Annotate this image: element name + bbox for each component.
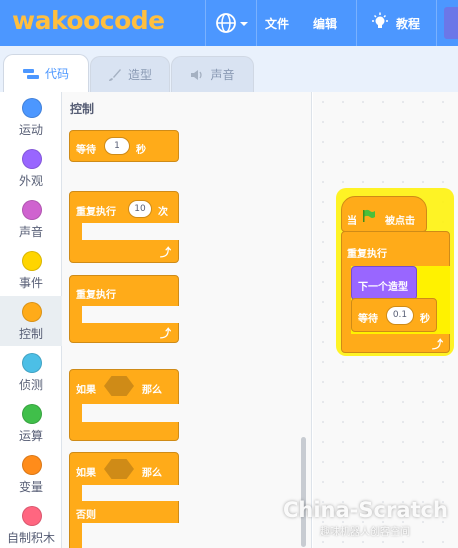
category-variables[interactable]: 变量 — [0, 449, 62, 499]
globe-icon — [216, 13, 236, 33]
my-blocks-color-dot — [22, 506, 42, 526]
watermark-subtext: 趣味机器人创客空间 — [320, 527, 410, 538]
category-label: 声音 — [18, 225, 43, 239]
tab-sounds[interactable]: 声音 — [171, 56, 254, 92]
motion-color-dot — [22, 98, 42, 118]
forever-block[interactable]: 重复执行 ⤴ — [69, 275, 179, 343]
category-control[interactable]: 控制 — [0, 296, 62, 346]
when-flag-clicked-block[interactable]: 当 被点击 — [341, 196, 427, 232]
tab-code-label: 代码 — [44, 67, 69, 81]
repeat-block-suffix: 次 — [158, 207, 168, 218]
tab-code[interactable]: 代码 — [3, 54, 89, 92]
script-wait-suffix: 秒 — [420, 314, 430, 325]
next-costume-block[interactable]: 下一个造型 — [351, 266, 417, 300]
condition-slot[interactable] — [104, 459, 134, 479]
tab-costumes[interactable]: 造型 — [90, 56, 170, 92]
green-flag-icon — [363, 209, 375, 222]
if-label: 如果 — [76, 385, 96, 396]
project-title-box[interactable] — [444, 7, 458, 39]
category-motion[interactable]: 运动 — [0, 92, 62, 142]
category-label: 自制积木 — [6, 531, 55, 545]
category-label: 运算 — [18, 429, 43, 443]
forever-block-label: 重复执行 — [76, 290, 116, 301]
sound-color-dot — [22, 200, 42, 220]
condition-slot[interactable] — [104, 376, 134, 396]
category-looks[interactable]: 外观 — [0, 143, 62, 193]
else-label: 否则 — [76, 510, 96, 521]
category-my-blocks[interactable]: 自制积木 — [0, 500, 62, 548]
operators-color-dot — [22, 404, 42, 424]
if-inner-slot — [82, 404, 179, 422]
wait-block-prefix: 等待 — [76, 145, 96, 156]
hat-suffix: 被点击 — [385, 216, 415, 227]
watermark-text: China-Scratch — [283, 498, 448, 522]
tutorial-menu[interactable]: 教程 — [396, 15, 420, 32]
then-label: 那么 — [142, 468, 162, 479]
tab-costumes-label: 造型 — [127, 68, 152, 82]
menu-separator — [356, 0, 357, 46]
menu-bar: wakoocode 文件 编辑 教程 — [0, 0, 458, 46]
repeat-inner-slot — [82, 223, 179, 240]
category-sensing[interactable]: 侦测 — [0, 347, 62, 397]
editor-tabs: 代码 造型 声音 — [0, 46, 458, 92]
lightbulb-icon[interactable] — [370, 12, 390, 32]
palette-scrollbar[interactable] — [301, 437, 306, 547]
menu-separator — [436, 0, 437, 46]
category-label: 变量 — [18, 480, 43, 494]
category-menu: 运动 外观 声音 事件 控制 侦测 运算 变量 自制积木 — [0, 92, 62, 548]
file-menu[interactable]: 文件 — [265, 15, 289, 32]
wakoocode-logo[interactable]: wakoocode — [12, 6, 165, 35]
wait-seconds-input[interactable]: 1 — [104, 137, 130, 155]
script-wait-prefix: 等待 — [358, 314, 378, 325]
chevron-down-icon — [240, 22, 248, 26]
edit-menu[interactable]: 编辑 — [313, 15, 337, 32]
wait-block[interactable]: 等待 1 秒 — [69, 130, 179, 162]
language-menu[interactable] — [215, 12, 251, 34]
category-operators[interactable]: 运算 — [0, 398, 62, 448]
if-then-block[interactable]: 如果 那么 — [69, 369, 179, 441]
script-wait-seconds-input[interactable]: 0.1 — [386, 306, 414, 325]
category-label: 运动 — [18, 123, 43, 137]
category-events[interactable]: 事件 — [0, 245, 62, 295]
if-inner-slot — [82, 485, 179, 501]
else-inner-slot — [82, 523, 179, 548]
if-label: 如果 — [76, 468, 96, 479]
brush-icon — [108, 68, 121, 81]
control-color-dot — [22, 302, 42, 322]
loop-arrow-icon: ⤴ — [432, 338, 443, 351]
hat-prefix: 当 — [347, 216, 357, 227]
category-label: 外观 — [18, 174, 43, 188]
script-forever-label: 重复执行 — [347, 249, 387, 260]
repeat-block-label: 重复执行 — [76, 207, 116, 218]
next-costume-label: 下一个造型 — [358, 282, 408, 293]
loop-arrow-icon: ⤴ — [160, 246, 171, 259]
category-label: 侦测 — [18, 378, 43, 392]
looks-color-dot — [22, 149, 42, 169]
repeat-count-input[interactable]: 10 — [128, 200, 152, 218]
code-blocks-icon — [22, 68, 39, 79]
tab-sounds-label: 声音 — [210, 68, 235, 82]
block-palette: 控制 等待 1 秒 重复执行 10 次 ⤴ 重复执行 ⤴ 如果 那么 如果 那么… — [62, 92, 312, 548]
category-sound[interactable]: 声音 — [0, 194, 62, 244]
wait-block-suffix: 秒 — [136, 145, 146, 156]
menu-separator — [256, 0, 257, 46]
palette-section-title: 控制 — [70, 102, 95, 116]
script-wait-block[interactable]: 等待 0.1 秒 — [351, 298, 437, 332]
then-label: 那么 — [142, 385, 162, 396]
sensing-color-dot — [22, 353, 42, 373]
category-label: 控制 — [18, 327, 43, 341]
variables-color-dot — [22, 455, 42, 475]
events-color-dot — [22, 251, 42, 271]
speaker-icon — [191, 69, 203, 80]
category-label: 事件 — [18, 276, 43, 290]
if-else-block[interactable]: 如果 那么 否则 — [69, 452, 179, 548]
menu-separator — [205, 0, 206, 46]
repeat-block[interactable]: 重复执行 10 次 ⤴ — [69, 191, 179, 263]
loop-arrow-icon: ⤴ — [160, 327, 171, 340]
forever-inner-slot — [82, 306, 179, 323]
